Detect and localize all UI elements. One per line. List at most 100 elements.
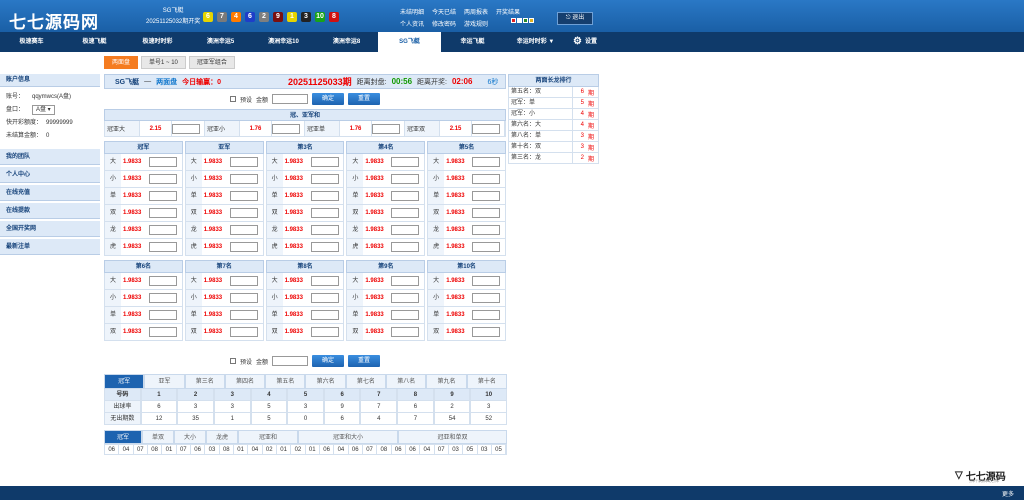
theme-swatch[interactable] <box>517 18 522 23</box>
site-logo[interactable]: 七七源码网 <box>9 8 99 33</box>
plate-select[interactable]: A盘 ▾ <box>32 105 55 115</box>
top-link[interactable]: 游戏规则 <box>464 19 488 28</box>
bet-input[interactable] <box>472 242 501 252</box>
bet-input[interactable] <box>229 276 258 286</box>
refresh-countdown[interactable]: 6秒 <box>487 77 498 87</box>
confirm-button[interactable]: 确定 <box>312 93 345 105</box>
sub-tab[interactable]: 单号1 ~ 10 <box>141 56 186 69</box>
nav-item[interactable]: 澳洲幸运8 <box>315 32 378 52</box>
bet-input[interactable] <box>310 327 339 337</box>
bet-input[interactable] <box>391 208 420 218</box>
stats-tab[interactable]: 第三名 <box>184 374 225 389</box>
stats-tab[interactable]: 第九名 <box>426 374 467 389</box>
gyh-input[interactable] <box>272 123 301 134</box>
bet-input[interactable] <box>391 327 420 337</box>
bet-input[interactable] <box>472 208 501 218</box>
history-tab[interactable]: 大小 <box>174 430 206 444</box>
bet-input[interactable] <box>229 327 258 337</box>
bet-input[interactable] <box>149 174 177 184</box>
sidebar-item[interactable]: 个人中心 <box>0 167 100 183</box>
sub-tab[interactable]: 两面盘 <box>104 56 139 69</box>
stats-tab[interactable]: 冠军 <box>104 374 145 389</box>
bet-input[interactable] <box>391 174 420 184</box>
bet-input[interactable] <box>472 276 501 286</box>
logout-button[interactable]: ⎋ 退出 <box>557 12 593 25</box>
bet-input[interactable] <box>310 293 339 303</box>
nav-item[interactable]: 澳洲幸运5 <box>189 32 252 52</box>
bet-input[interactable] <box>310 276 339 286</box>
top-link[interactable]: 今天已结 <box>432 7 456 16</box>
nav-item[interactable]: SG飞艇 <box>378 32 441 52</box>
bet-input[interactable] <box>472 174 501 184</box>
bet-input[interactable] <box>391 293 420 303</box>
stats-tab[interactable]: 亚军 <box>144 374 185 389</box>
gyh-input[interactable] <box>472 123 501 134</box>
bet-input[interactable] <box>229 242 258 252</box>
theme-swatch[interactable] <box>523 18 528 23</box>
bet-input[interactable] <box>149 208 177 218</box>
sidebar-item[interactable]: 我的团队 <box>0 149 100 165</box>
bet-input[interactable] <box>310 174 339 184</box>
preset-checkbox[interactable] <box>229 96 236 102</box>
amount-input[interactable] <box>272 94 309 104</box>
bet-input[interactable] <box>310 157 339 167</box>
bet-input[interactable] <box>472 191 501 201</box>
stats-tab[interactable]: 第七名 <box>345 374 387 389</box>
theme-swatch[interactable] <box>511 18 516 23</box>
bet-input[interactable] <box>391 310 420 320</box>
bet-input[interactable] <box>472 293 501 303</box>
settings-button[interactable]: ⚙ 设置 <box>567 32 597 52</box>
bet-input[interactable] <box>229 208 258 218</box>
bet-input[interactable] <box>391 242 420 252</box>
sidebar-item[interactable]: 在线充值 <box>0 185 100 201</box>
bet-input[interactable] <box>229 310 258 320</box>
amount-input-2[interactable] <box>272 356 309 366</box>
sub-tab[interactable]: 冠亚军组合 <box>188 56 235 69</box>
theme-swatch[interactable] <box>529 18 534 23</box>
stats-tab[interactable]: 第六名 <box>305 374 346 389</box>
nav-item[interactable]: 极速时时彩 <box>126 32 189 52</box>
history-tab[interactable]: 龙虎 <box>206 430 238 444</box>
bet-input[interactable] <box>149 157 177 167</box>
top-link[interactable]: 两周报表 <box>464 7 488 16</box>
bet-input[interactable] <box>391 157 420 167</box>
nav-item[interactable]: 极速赛车 <box>0 32 63 52</box>
history-tab[interactable]: 单双 <box>142 430 174 444</box>
stats-tab[interactable]: 第四名 <box>224 374 266 389</box>
bet-input[interactable] <box>149 327 177 337</box>
stats-tab[interactable]: 第十名 <box>466 374 507 389</box>
bet-input[interactable] <box>391 225 420 235</box>
bet-input[interactable] <box>149 242 177 252</box>
nav-item[interactable]: 幸运飞艇 <box>441 32 504 52</box>
bet-input[interactable] <box>229 174 258 184</box>
more-link[interactable]: 更多 <box>1002 489 1014 498</box>
gyh-input[interactable] <box>372 123 401 134</box>
bet-input[interactable] <box>229 191 258 201</box>
bet-input[interactable] <box>310 208 339 218</box>
reset-button[interactable]: 重置 <box>348 93 381 105</box>
bet-input[interactable] <box>149 225 177 235</box>
nav-item[interactable]: 幸运时时彩 ▼ <box>504 32 567 52</box>
confirm-button-2[interactable]: 确定 <box>312 355 345 367</box>
preset-checkbox-2[interactable] <box>229 358 236 364</box>
history-tab[interactable]: 冠亚和单双 <box>398 430 507 444</box>
sidebar-item[interactable]: 在线提款 <box>0 203 100 219</box>
stats-tab[interactable]: 第五名 <box>265 374 306 389</box>
bet-input[interactable] <box>229 157 258 167</box>
gyh-input[interactable] <box>172 123 201 134</box>
bet-input[interactable] <box>149 191 177 201</box>
top-link[interactable]: 个人资讯 <box>400 19 424 28</box>
bet-input[interactable] <box>310 191 339 201</box>
nav-item[interactable]: 极速飞艇 <box>63 32 126 52</box>
sidebar-item[interactable]: 全国开奖网 <box>0 221 100 237</box>
bet-input[interactable] <box>149 293 177 303</box>
history-tab[interactable]: 冠军 <box>104 430 142 444</box>
sidebar-item[interactable]: 最新注单 <box>0 239 100 255</box>
bet-input[interactable] <box>229 225 258 235</box>
top-link[interactable]: 开奖结果 <box>496 7 520 16</box>
bet-input[interactable] <box>149 310 177 320</box>
history-tab[interactable]: 冠亚和 <box>238 430 298 444</box>
bet-input[interactable] <box>472 327 501 337</box>
reset-button-2[interactable]: 重置 <box>348 355 381 367</box>
bet-input[interactable] <box>310 310 339 320</box>
